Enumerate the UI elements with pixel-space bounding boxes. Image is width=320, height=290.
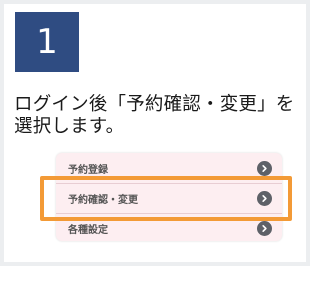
chevron-right-circle-icon[interactable] [257,160,272,176]
menu-item-label: 予約確認・変更 [68,194,138,206]
step-number-badge: 1 [15,12,79,72]
menu-panel: 予約登録 予約確認・変更 各種設定 [56,153,282,241]
menu-item-label: 各種設定 [68,224,108,236]
menu-divider [56,213,282,214]
chevron-right-circle-icon[interactable] [257,220,272,236]
instruction-text: ログイン後「予約確認・変更」を 選択します。 [14,94,295,137]
menu-item-various-settings[interactable]: 各種設定 [56,215,282,241]
menu-item-reservation-register[interactable]: 予約登録 [56,155,282,181]
menu-item-label: 予約登録 [68,164,108,176]
menu-divider [56,183,282,184]
menu-item-reservation-confirm-change[interactable]: 予約確認・変更 [56,185,282,211]
chevron-right-circle-icon[interactable] [257,190,272,206]
